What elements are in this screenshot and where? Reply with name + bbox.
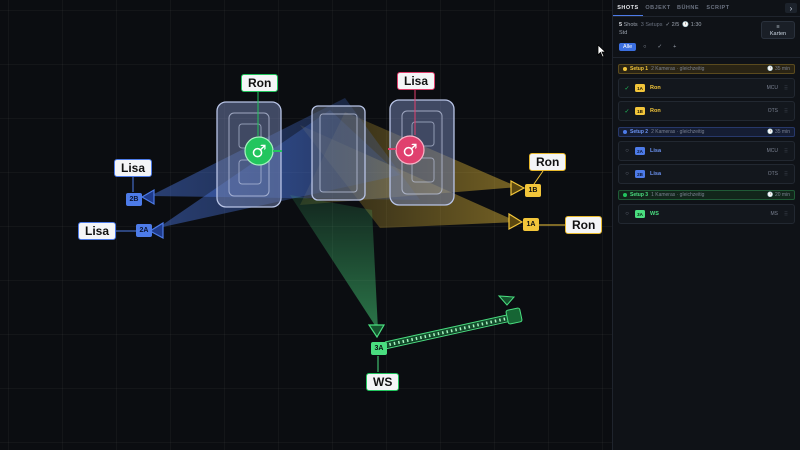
tab-script[interactable]: SCRIPT	[703, 0, 733, 16]
camera-1a-badge[interactable]: 1A	[523, 218, 539, 231]
time-unit: Std	[619, 30, 628, 36]
setup-1-header[interactable]: Setup 1 2 Kameras · gleichzeitig 🕐 35 mi…	[618, 64, 795, 74]
panel-divider	[613, 57, 800, 58]
shot-2b-character: Lisa	[650, 171, 662, 177]
setup-2-dot	[623, 130, 627, 134]
scene-canvas[interactable]: ♂ ♂ Ron Lisa Lisa Lisa Ron Ron WS 2B 2A …	[0, 0, 612, 450]
drag-handle-icon[interactable]: ⠿	[783, 108, 789, 115]
setup-3-duration: 20 min	[774, 192, 790, 198]
shot-1b-status-icon[interactable]: ✓	[624, 108, 630, 115]
panel-tabs: SHOTS OBJEKT BÜHNE SCRIPT ›	[613, 0, 800, 17]
setup-3-dot	[623, 193, 627, 197]
setup-1-dot	[623, 67, 627, 71]
camera-3a-lens-icon[interactable]	[367, 324, 386, 339]
shot-count: 5	[619, 22, 623, 28]
clock-icon: 🕐	[682, 22, 690, 28]
shot-1a-type: MCU	[766, 85, 778, 91]
camera-2a-target-label[interactable]: Lisa	[78, 222, 117, 240]
setup-1-duration: 35 min	[774, 66, 790, 72]
shot-1a-character: Ron	[650, 85, 661, 91]
clock-icon: 🕐	[767, 129, 774, 135]
clock-icon: 🕐	[767, 66, 774, 72]
setup-1-name: Setup 1	[630, 66, 649, 72]
shot-2b-status-icon[interactable]: ○	[624, 171, 630, 177]
setup-3-name: Setup 3	[630, 192, 649, 198]
camera-2b-target-label[interactable]: Lisa	[114, 159, 153, 177]
shot-1a-badge: 1A	[635, 84, 645, 92]
shot-2a-badge: 2A	[635, 147, 645, 155]
shot-1b-badge: 1B	[635, 107, 645, 115]
camera-3a-target-label[interactable]: WS	[366, 373, 400, 391]
camera-3a-view-cone	[290, 195, 378, 330]
setup-count: 3 Setups	[640, 22, 663, 28]
setup-3-header[interactable]: Setup 3 1 Kameras · gleichzeitig 🕐 20 mi…	[618, 190, 795, 200]
drag-handle-icon[interactable]: ⠿	[783, 85, 789, 92]
tab-buehne[interactable]: BÜHNE	[673, 0, 703, 16]
shot-3a-status-icon[interactable]: ○	[624, 211, 630, 217]
cam1b-label-line	[533, 170, 544, 185]
shot-row-1a[interactable]: ✓ 1A Ron MCU ⠿	[618, 78, 795, 98]
setup-3-meta: 1 Kameras · gleichzeitig	[651, 192, 705, 198]
drag-handle-icon[interactable]: ⠿	[783, 148, 789, 155]
shot-2a-character: Lisa	[650, 148, 662, 154]
camera-2b-lens-icon[interactable]	[140, 188, 155, 206]
shot-row-2a[interactable]: ○ 2A Lisa MCU ⠿	[618, 141, 795, 161]
camera-1b-badge[interactable]: 1B	[525, 184, 541, 197]
setup-2-duration: 35 min	[774, 129, 790, 135]
mouse-cursor-icon	[597, 44, 607, 58]
camera-2a-badge[interactable]: 2A	[136, 224, 152, 237]
total-time: 1:30	[690, 22, 702, 28]
camera-1b-target-label[interactable]: Ron	[529, 153, 567, 171]
setup-2-name: Setup 2	[630, 129, 649, 135]
camera-3a-badge[interactable]: 3A	[371, 342, 387, 355]
table[interactable]	[311, 105, 366, 201]
shot-3a-type: MS	[770, 211, 779, 217]
shot-1b-character: Ron	[650, 108, 661, 114]
shot-row-3a[interactable]: ○ 3A WS MS ⠿	[618, 204, 795, 224]
setup-2-meta: 2 Kameras · gleichzeitig	[651, 129, 705, 135]
cards-view-label: Karten	[769, 31, 787, 37]
shots-panel: SHOTS OBJEKT BÜHNE SCRIPT › 5 Shots 3 Se…	[612, 0, 800, 450]
shot-1a-status-icon[interactable]: ✓	[624, 85, 630, 92]
setup-1-meta: 2 Kameras · gleichzeitig	[651, 66, 705, 72]
shot-2b-badge: 2B	[635, 170, 645, 178]
camera-2b-badge[interactable]: 2B	[126, 193, 142, 206]
filter-all[interactable]: Alle	[619, 43, 637, 51]
shot-row-2b[interactable]: ○ 2B Lisa OTS ⠿	[618, 164, 795, 184]
shot-3a-character: WS	[650, 211, 659, 217]
tab-objekt[interactable]: OBJEKT	[643, 0, 673, 16]
shot-filters: Alle ○ ✓ +	[619, 43, 680, 51]
actor-lisa-label[interactable]: Lisa	[397, 72, 436, 90]
shot-summary: 5 Shots 3 Setups ✓ 2/5 🕐 1:30 Std	[619, 21, 701, 37]
shot-2b-type: OTS	[767, 171, 778, 177]
dolly-track[interactable]	[384, 295, 523, 350]
actor-ron-symbol: ♂	[251, 142, 266, 162]
shot-2a-type: MCU	[766, 148, 778, 154]
filter-open[interactable]: ○	[639, 43, 650, 51]
drag-handle-icon[interactable]: ⠿	[783, 211, 789, 218]
setup-2-header[interactable]: Setup 2 2 Kameras · gleichzeitig 🕐 35 mi…	[618, 127, 795, 137]
done-count: ✓ 2/5	[665, 22, 680, 28]
actor-ron-label[interactable]: Ron	[241, 74, 279, 92]
filter-add[interactable]: +	[669, 43, 680, 51]
chevron-right-icon[interactable]: ›	[785, 3, 797, 13]
camera-1b-lens-icon[interactable]	[510, 179, 526, 197]
shot-row-1b[interactable]: ✓ 1B Ron OTS ⠿	[618, 101, 795, 121]
list-icon: ≡	[776, 24, 780, 30]
clock-icon: 🕐	[767, 192, 774, 198]
filter-done[interactable]: ✓	[654, 43, 667, 51]
cards-view-button[interactable]: ≡ Karten	[761, 21, 795, 39]
shot-count-label: Shots	[623, 22, 638, 28]
actor-lisa-symbol: ♂	[402, 141, 417, 161]
shot-3a-badge: 3A	[635, 210, 645, 218]
camera-1a-target-label[interactable]: Ron	[565, 216, 603, 234]
tab-shots[interactable]: SHOTS	[613, 0, 643, 16]
shot-2a-status-icon[interactable]: ○	[624, 148, 630, 154]
drag-handle-icon[interactable]: ⠿	[783, 171, 789, 178]
shot-1b-type: OTS	[767, 108, 778, 114]
camera-1a-lens-icon[interactable]	[508, 212, 524, 231]
